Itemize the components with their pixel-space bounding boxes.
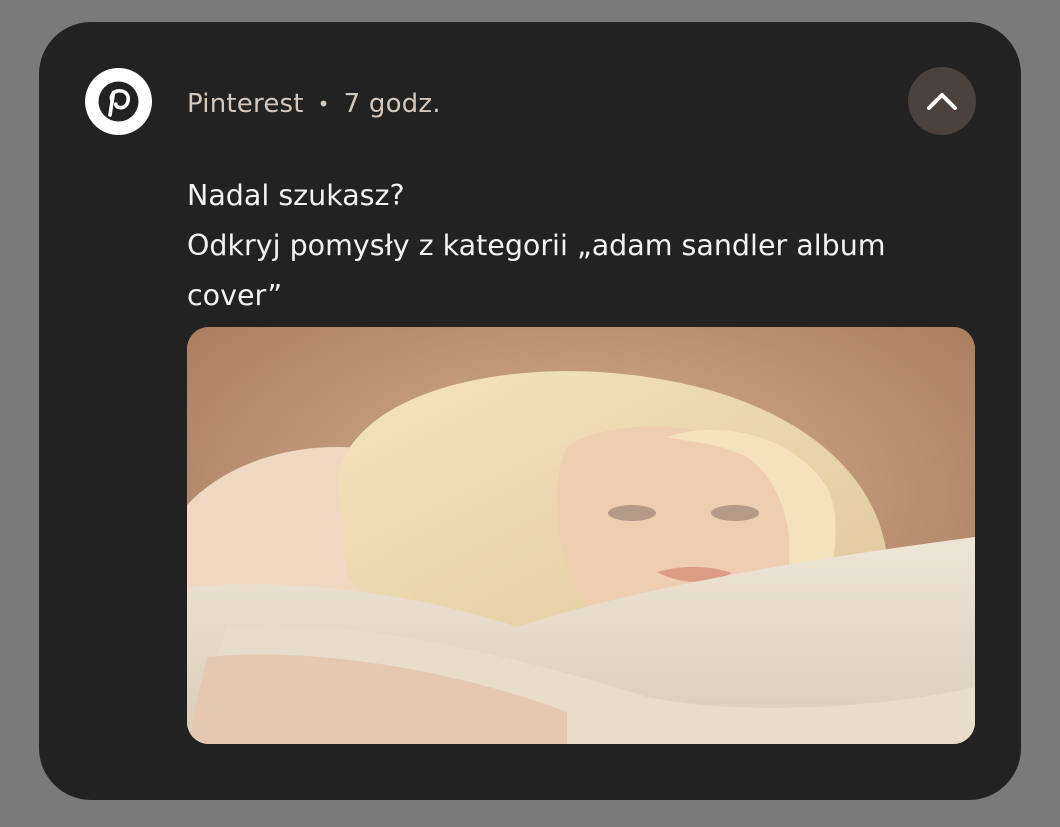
timestamp: 7 godz.: [343, 89, 441, 119]
notification-body: Odkryj pomysły z kategorii „adam sandler…: [187, 229, 886, 312]
portrait-photo: [187, 327, 975, 744]
notification-header: Pinterest • 7 godz.: [187, 84, 441, 124]
notification-title: Nadal szukasz?: [187, 179, 405, 212]
notification-card[interactable]: Pinterest • 7 godz. Nadal szukasz? Odkry…: [39, 22, 1021, 800]
app-name: Pinterest: [187, 89, 304, 119]
collapse-button[interactable]: [908, 67, 976, 135]
pinterest-logo-icon: [85, 68, 152, 135]
notification-image[interactable]: [187, 327, 975, 744]
header-separator: •: [317, 92, 330, 116]
chevron-up-icon: [927, 93, 957, 110]
